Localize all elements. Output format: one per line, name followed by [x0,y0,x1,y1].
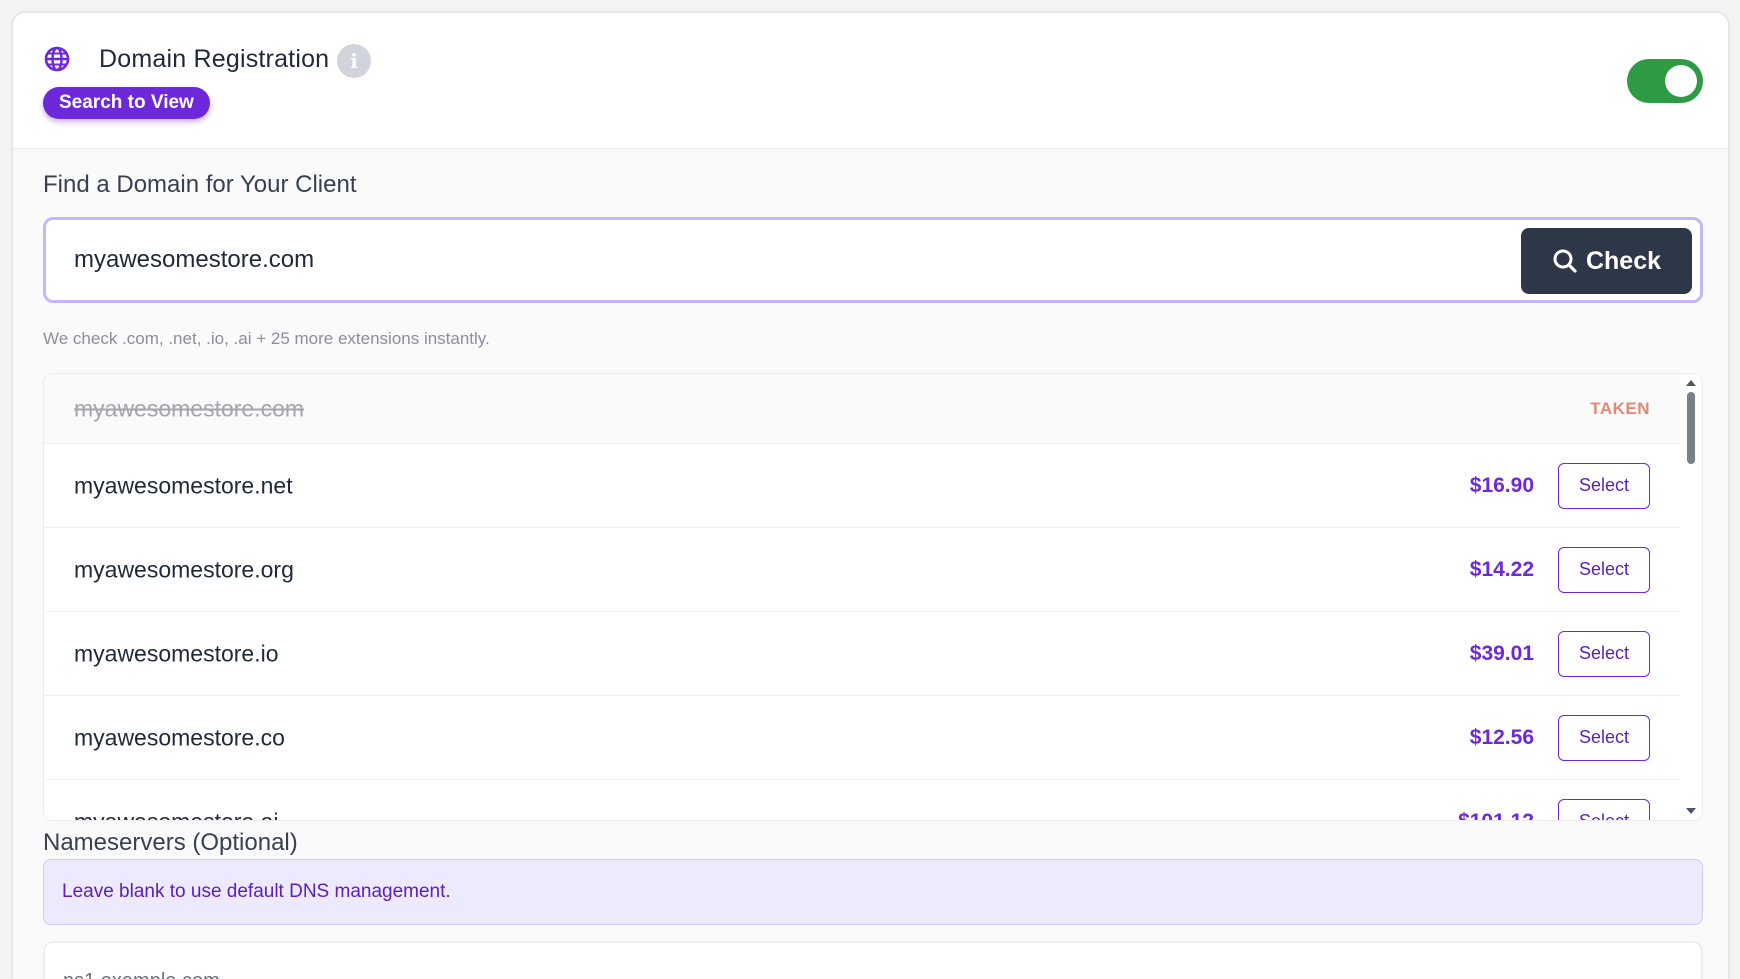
search-help-text: We check .com, .net, .io, .ai + 25 more … [43,329,490,348]
nameservers-label: Nameservers (Optional) [43,829,298,856]
nameserver-input[interactable] [43,941,1703,979]
card-header: Domain Registration i Search to View [13,13,1728,149]
list-item: myawesomestore.org $14.22 Select [44,528,1680,612]
select-button[interactable]: Select [1558,630,1650,677]
enable-toggle[interactable] [1627,59,1703,103]
search-icon [1553,249,1577,273]
domain-results-list[interactable]: myawesomestore.com TAKEN myawesomestore.… [43,373,1703,821]
status-badge: Search to View [43,87,210,119]
scroll-up-arrow-icon[interactable] [1686,380,1696,386]
select-button[interactable]: Select [1558,798,1650,820]
domain-name: myawesomestore.co [74,724,285,750]
list-item: myawesomestore.net $16.90 Select [44,444,1680,528]
search-label: Find a Domain for Your Client [43,171,357,198]
search-box: Check [43,217,1703,303]
toggle-knob [1665,65,1697,97]
card-body: Find a Domain for Your Client Check We c… [13,149,1728,979]
globe-icon [44,46,70,72]
list-item: myawesomestore.io $39.01 Select [44,612,1680,696]
domain-name: myawesomestore.net [74,472,293,498]
scroll-thumb[interactable] [1687,392,1695,464]
info-icon[interactable]: i [337,44,371,78]
domain-price: $14.22 [1469,557,1534,581]
domain-price: $16.90 [1469,473,1534,497]
list-item: myawesomestore.ai $101.12 Select [44,780,1680,821]
domain-name: myawesomestore.org [74,556,294,582]
list-item: myawesomestore.co $12.56 Select [44,696,1680,780]
domain-price: $39.01 [1469,641,1534,665]
domain-name: myawesomestore.ai [74,808,279,821]
check-button[interactable]: Check [1521,228,1692,294]
domain-price: $101.12 [1458,809,1534,821]
select-button[interactable]: Select [1558,714,1650,761]
domain-search-input[interactable] [74,240,1374,280]
results-scrollbar[interactable] [1680,374,1702,820]
scroll-down-arrow-icon[interactable] [1686,808,1696,814]
list-item-taken: myawesomestore.com TAKEN [44,374,1680,444]
domain-price: $12.56 [1469,725,1534,749]
domain-name: myawesomestore.com [74,395,305,421]
select-button[interactable]: Select [1558,462,1650,509]
select-button[interactable]: Select [1558,546,1650,593]
domain-name: myawesomestore.io [74,640,279,666]
taken-status: TAKEN [1590,398,1650,418]
results-scroll-area: myawesomestore.com TAKEN myawesomestore.… [44,374,1680,821]
domain-registration-card: Domain Registration i Search to View Fin… [11,11,1730,979]
page-title: Domain Registration [99,45,330,73]
check-button-label: Check [1585,246,1662,275]
nameservers-note: Leave blank to use default DNS managemen… [43,859,1703,925]
